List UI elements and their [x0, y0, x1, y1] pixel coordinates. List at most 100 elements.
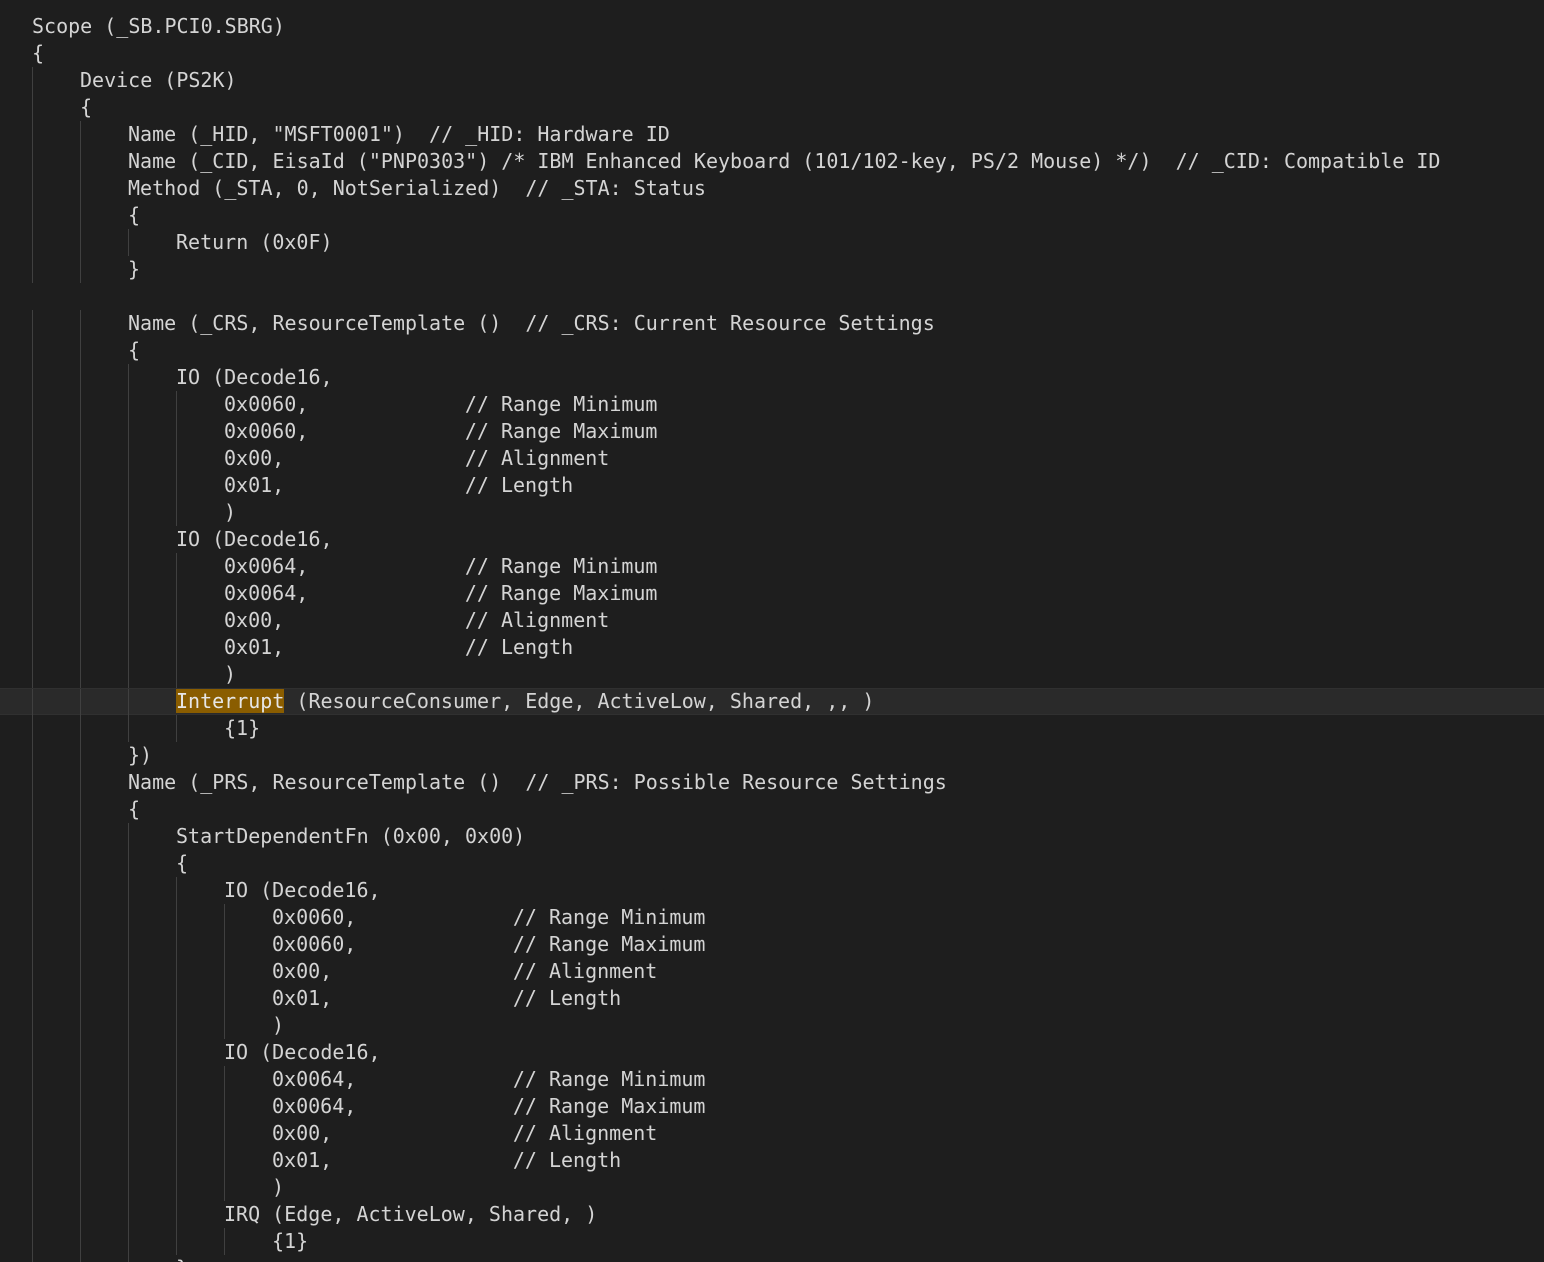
code-text: Name (_PRS, ResourceTemplate () // _PRS:… — [128, 770, 947, 794]
indent-guide — [32, 931, 33, 958]
indent-guide — [176, 1228, 177, 1255]
indent-guide — [32, 958, 33, 985]
indent-guide — [128, 445, 129, 472]
code-line[interactable]: Name (_PRS, ResourceTemplate () // _PRS:… — [0, 769, 1544, 796]
code-line[interactable]: Name (_HID, "MSFT0001") // _HID: Hardwar… — [0, 121, 1544, 148]
code-text: 0x01, // Length — [272, 986, 622, 1010]
code-line[interactable]: IO (Decode16, — [0, 877, 1544, 904]
code-line[interactable]: ) — [0, 1174, 1544, 1201]
code-line[interactable]: IRQ (Edge, ActiveLow, Shared, ) — [0, 1201, 1544, 1228]
code-line[interactable]: }) — [0, 742, 1544, 769]
code-line[interactable]: 0x00, // Alignment — [0, 607, 1544, 634]
indent-guide — [32, 418, 33, 445]
indent-guide — [80, 175, 81, 202]
code-line[interactable]: 0x0060, // Range Maximum — [0, 418, 1544, 445]
code-text: ) — [272, 1013, 285, 1037]
code-line[interactable]: 0x0064, // Range Minimum — [0, 1066, 1544, 1093]
code-line[interactable]: Scope (_SB.PCI0.SBRG) — [0, 13, 1544, 40]
code-line[interactable]: ) — [0, 661, 1544, 688]
code-line[interactable] — [0, 283, 1544, 310]
indent-guide — [176, 904, 177, 931]
indent-guide — [224, 1093, 225, 1120]
code-line[interactable]: { — [0, 796, 1544, 823]
code-line[interactable]: ) — [0, 499, 1544, 526]
indent-guide — [32, 985, 33, 1012]
code-line[interactable]: 0x0064, // Range Minimum — [0, 553, 1544, 580]
indent-guide — [128, 985, 129, 1012]
code-line[interactable]: Name (_CRS, ResourceTemplate () // _CRS:… — [0, 310, 1544, 337]
code-line[interactable]: {1} — [0, 715, 1544, 742]
code-line[interactable]: 0x0064, // Range Maximum — [0, 1093, 1544, 1120]
indent-guide — [80, 364, 81, 391]
code-line[interactable]: IO (Decode16, — [0, 1039, 1544, 1066]
indent-guide — [128, 1147, 129, 1174]
indent-guide — [32, 256, 33, 283]
indent-guide — [224, 1012, 225, 1039]
code-text: IO (Decode16, — [224, 1040, 381, 1064]
indent-guide — [128, 580, 129, 607]
code-line[interactable]: { — [0, 202, 1544, 229]
indent-guide — [176, 1201, 177, 1228]
code-line[interactable]: } — [0, 1255, 1544, 1262]
indent-guide — [176, 634, 177, 661]
code-line[interactable]: 0x01, // Length — [0, 985, 1544, 1012]
code-editor[interactable]: Scope (_SB.PCI0.SBRG) {Device (PS2K) {Name… — [0, 0, 1544, 1262]
code-line-current[interactable]: Interrupt (ResourceConsumer, Edge, Activ… — [0, 688, 1544, 716]
code-line[interactable]: 0x0060, // Range Maximum — [0, 931, 1544, 958]
indent-guide — [224, 1174, 225, 1201]
indent-guide — [32, 1066, 33, 1093]
indent-guide — [176, 1066, 177, 1093]
code-line[interactable]: ) — [0, 1012, 1544, 1039]
code-text: 0x0064, // Range Maximum — [272, 1094, 706, 1118]
code-line[interactable]: {1} — [0, 1228, 1544, 1255]
indent-guide — [32, 850, 33, 877]
code-line[interactable]: Name (_CID, EisaId ("PNP0303") /* IBM En… — [0, 148, 1544, 175]
code-line[interactable]: } — [0, 256, 1544, 283]
code-line[interactable]: StartDependentFn (0x00, 0x00) — [0, 823, 1544, 850]
code-line[interactable]: IO (Decode16, — [0, 526, 1544, 553]
code-line[interactable]: 0x01, // Length — [0, 634, 1544, 661]
indent-guide — [128, 715, 129, 742]
code-line[interactable]: 0x00, // Alignment — [0, 445, 1544, 472]
indent-guide — [80, 715, 81, 742]
indent-guide — [128, 526, 129, 553]
indent-guide — [32, 1147, 33, 1174]
code-line[interactable]: Device (PS2K) — [0, 67, 1544, 94]
indent-guide — [80, 1012, 81, 1039]
highlighted-word: Interrupt — [176, 689, 285, 713]
indent-guide — [128, 689, 129, 716]
indent-guide — [128, 1120, 129, 1147]
code-line[interactable]: 0x00, // Alignment — [0, 1120, 1544, 1147]
code-text: 0x0064, // Range Maximum — [224, 581, 658, 605]
code-line[interactable]: 0x01, // Length — [0, 472, 1544, 499]
indent-guide — [32, 67, 33, 94]
indent-guide — [176, 985, 177, 1012]
indent-guide — [32, 823, 33, 850]
code-line[interactable]: 0x00, // Alignment — [0, 958, 1544, 985]
code-line[interactable]: 0x0064, // Range Maximum — [0, 580, 1544, 607]
indent-guide — [224, 1120, 225, 1147]
code-line[interactable]: { — [0, 94, 1544, 121]
code-line[interactable]: 0x0060, // Range Minimum — [0, 904, 1544, 931]
code-line[interactable]: { — [0, 337, 1544, 364]
code-line[interactable]: Method (_STA, 0, NotSerialized) // _STA:… — [0, 175, 1544, 202]
indent-guide — [176, 607, 177, 634]
code-line[interactable]: { — [0, 850, 1544, 877]
code-text: 0x00, // Alignment — [272, 1121, 658, 1145]
code-line[interactable]: Return (0x0F) — [0, 229, 1544, 256]
code-line[interactable]: 0x0060, // Range Minimum — [0, 391, 1544, 418]
indent-guide — [80, 634, 81, 661]
indent-guide — [80, 337, 81, 364]
code-text: 0x0060, // Range Maximum — [224, 419, 658, 443]
code-line[interactable]: IO (Decode16, — [0, 364, 1544, 391]
code-text: IO (Decode16, — [176, 527, 333, 551]
code-text: { — [128, 797, 141, 821]
code-text: 0x0064, // Range Minimum — [272, 1067, 706, 1091]
code-text: { — [32, 41, 45, 65]
indent-guide — [32, 904, 33, 931]
indent-guide — [80, 229, 81, 256]
code-text: ) — [272, 1175, 285, 1199]
code-line[interactable]: 0x01, // Length — [0, 1147, 1544, 1174]
indent-guide — [80, 148, 81, 175]
code-line[interactable]: { — [0, 40, 1544, 67]
